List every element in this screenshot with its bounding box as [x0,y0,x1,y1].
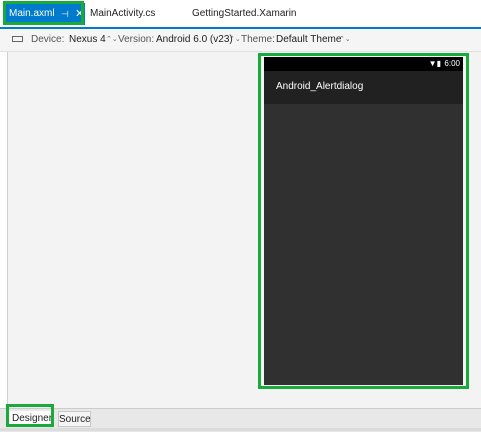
version-caret-icon[interactable]: ⌃⌄ [229,29,241,51]
wifi-battery-icon: ▼▮ [428,59,441,68]
status-time: 6:00 [444,59,460,68]
version-label: Version: [118,34,155,45]
device-dropdown[interactable]: Nexus 4 [69,29,106,51]
theme-caret-icon[interactable]: ⌃⌄ [339,29,351,51]
device-preview[interactable]: ▼▮ 6:00 Android_Alertdialog [264,57,463,385]
android-status-bar: ▼▮ 6:00 [264,57,463,71]
android-app-bar: Android_Alertdialog [264,71,463,104]
device-icon [12,36,23,42]
designer-toolbar: Device: Nexus 4 ⌃⌄ Version: Android 6.0 … [0,29,481,52]
version-dropdown[interactable]: Android 6.0 (v23) [156,29,233,51]
tab-label: MainActivity.cs [90,8,156,19]
device-label: Device: [31,34,65,45]
highlight-box-designer [6,404,54,427]
source-tab[interactable]: Source [58,411,91,427]
app-title: Android_Alertdialog [276,81,364,92]
device-caret-icon[interactable]: ⌃⌄ [106,29,118,51]
theme-label: Theme: [241,34,275,45]
theme-dropdown[interactable]: Default Theme [276,29,341,51]
tab-mainactivity-cs[interactable]: MainActivity.cs [90,4,155,23]
tab-label: GettingStarted.Xamarin [192,8,297,19]
tab-gettingstarted-xamarin[interactable]: GettingStarted.Xamarin [192,4,297,23]
highlight-box-tab [3,1,84,25]
